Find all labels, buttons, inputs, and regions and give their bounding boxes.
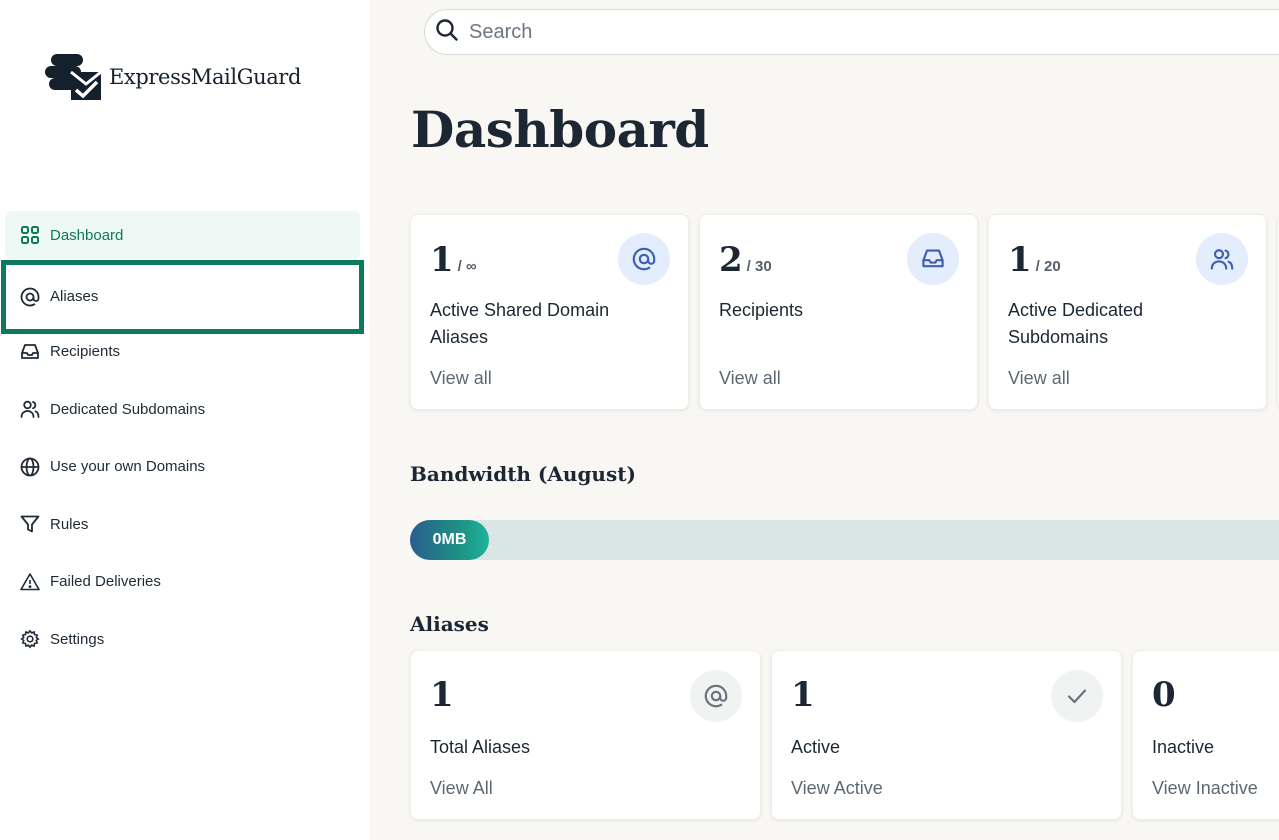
- sidebar-item-label: Failed Deliveries: [50, 573, 161, 590]
- sidebar-item-rules[interactable]: Rules: [5, 500, 360, 548]
- at-icon: [618, 233, 670, 285]
- sidebar-item-dashboard[interactable]: Dashboard: [5, 211, 360, 259]
- sidebar-nav: Dashboard Aliases Recipients Dedicated S…: [1, 211, 364, 673]
- bandwidth-progress: 0MB: [410, 520, 1279, 560]
- stat-card-shared-aliases: 1/ ∞ Active Shared Domain Aliases View a…: [410, 214, 689, 410]
- stat-value: 2/ 30: [719, 240, 772, 280]
- search-icon: [435, 18, 459, 47]
- search-bar[interactable]: [424, 9, 1279, 55]
- at-icon: [690, 670, 742, 722]
- sidebar-item-failed-deliveries[interactable]: Failed Deliveries: [5, 558, 360, 606]
- page-title: Dashboard: [411, 100, 709, 159]
- sidebar-item-label: Dedicated Subdomains: [50, 400, 206, 418]
- stat-label: Active Shared Domain Aliases: [430, 300, 610, 347]
- sidebar-item-use-your-own-domains[interactable]: Use your own Domains: [5, 443, 360, 491]
- sidebar: ExpressMailGuard Dashboard Aliases Recip…: [0, 0, 370, 840]
- search-input[interactable]: [469, 20, 1249, 44]
- alias-card-label: Inactive: [1152, 737, 1215, 757]
- sidebar-item-recipients[interactable]: Recipients: [5, 328, 360, 376]
- stat-limit: / 30: [746, 258, 772, 275]
- stat-card-dedicated-subdomains: 1/ 20 Active Dedicated Subdomains View a…: [988, 214, 1267, 410]
- bandwidth-progress-fill: 0MB: [410, 520, 489, 560]
- bandwidth-title: Bandwidth (August): [410, 462, 636, 486]
- stat-label: Active Dedicated Subdomains: [1008, 300, 1144, 347]
- sidebar-item-aliases[interactable]: Aliases: [1, 259, 364, 334]
- stat-label: Recipients: [719, 300, 804, 320]
- sidebar-item-label: Settings: [50, 630, 105, 648]
- inbox-icon: [907, 233, 959, 285]
- alias-count: 1: [791, 675, 815, 715]
- sidebar-item-label: Use your own Domains: [50, 458, 206, 475]
- filter-icon: [19, 513, 41, 535]
- view-all-link[interactable]: View all: [719, 368, 781, 389]
- alias-count: 0: [1152, 675, 1176, 715]
- view-active-link[interactable]: View Active: [791, 778, 883, 799]
- stat-value: 1/ ∞: [430, 240, 477, 280]
- gear-icon: [19, 628, 41, 650]
- sidebar-item-settings[interactable]: Settings: [5, 615, 360, 663]
- users-icon: [1196, 233, 1248, 285]
- stat-limit: / ∞: [457, 258, 477, 275]
- brand-name: ExpressMailGuard: [109, 65, 301, 89]
- bandwidth-value: 0MB: [432, 531, 467, 548]
- aliases-section-title: Aliases: [410, 612, 489, 636]
- view-inactive-link[interactable]: View Inactive: [1152, 778, 1258, 799]
- grid-icon: [19, 224, 41, 246]
- view-all-aliases-link[interactable]: View All: [430, 778, 493, 799]
- alias-card-label: Active: [791, 737, 841, 757]
- brand-logo[interactable]: ExpressMailGuard: [45, 52, 301, 102]
- warning-icon: [19, 571, 41, 593]
- alias-count: 1: [430, 675, 454, 715]
- at-icon: [19, 286, 41, 308]
- inbox-icon: [19, 341, 41, 363]
- sidebar-item-label: Rules: [50, 515, 89, 533]
- sidebar-item-label: Dashboard: [50, 226, 124, 244]
- alias-card-total: 1 Total Aliases View All: [410, 650, 761, 820]
- view-all-link[interactable]: View all: [1008, 368, 1070, 389]
- stat-card-recipients: 2/ 30 Recipients View all: [699, 214, 978, 410]
- users-icon: [19, 398, 41, 420]
- sidebar-item-label: Recipients: [50, 343, 121, 360]
- alias-card-active: 1 Active View Active: [771, 650, 1122, 820]
- logo-icon: [45, 54, 102, 100]
- globe-icon: [19, 456, 41, 478]
- check-icon: [1051, 670, 1103, 722]
- view-all-link[interactable]: View all: [430, 368, 492, 389]
- sidebar-item-dedicated-subdomains[interactable]: Dedicated Subdomains: [5, 385, 360, 433]
- stat-value: 1/ 20: [1008, 240, 1061, 280]
- alias-card-inactive: 0 Inactive View Inactive: [1132, 650, 1279, 820]
- stat-limit: / 20: [1035, 258, 1061, 275]
- alias-card-label: Total Aliases: [430, 737, 531, 757]
- sidebar-item-label: Aliases: [50, 288, 99, 305]
